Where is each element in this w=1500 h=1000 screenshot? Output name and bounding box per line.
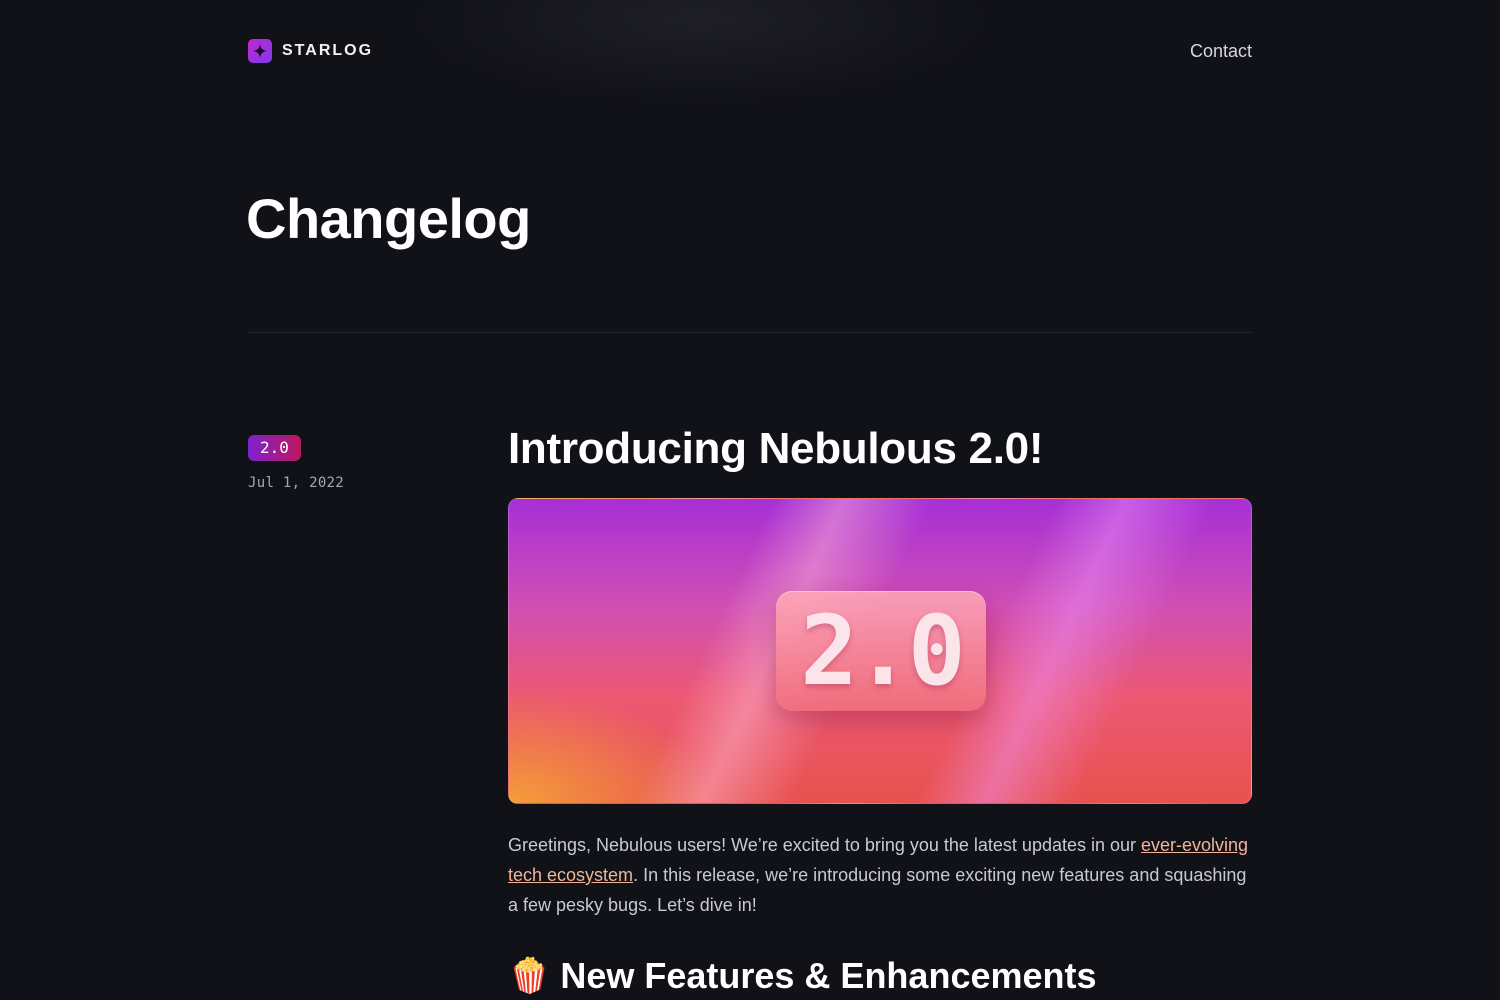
section-heading-text: New Features & Enhancements [560,955,1097,996]
intro-paragraph: Greetings, Nebulous users! We’re excited… [508,830,1252,920]
hero-version-text: 2.0 [800,595,965,707]
page-title: Changelog [246,187,531,250]
brand-home-link[interactable]: STARLOG [248,39,373,63]
hero-version-chip: 2.0 [776,591,986,711]
entry-title: Introducing Nebulous 2.0! [508,424,1044,473]
hero-image: 2.0 [508,498,1252,804]
popcorn-icon: 🍿 [508,957,551,995]
version-badge: 2.0 [248,435,301,461]
page: STARLOG Contact Changelog 2.0 Jul 1, 202… [0,0,1500,1000]
nav-contact-link[interactable]: Contact [1190,41,1252,62]
divider [248,332,1252,333]
entry-meta: 2.0 Jul 1, 2022 [248,435,344,491]
brand-name: STARLOG [282,42,374,59]
sparkle-logo-icon [248,39,272,63]
section-heading-features: 🍿 New Features & Enhancements [508,955,1097,997]
intro-text-start: Greetings, Nebulous users! We’re excited… [508,835,1142,855]
site-header: STARLOG Contact [248,38,1252,64]
release-date: Jul 1, 2022 [248,475,345,491]
